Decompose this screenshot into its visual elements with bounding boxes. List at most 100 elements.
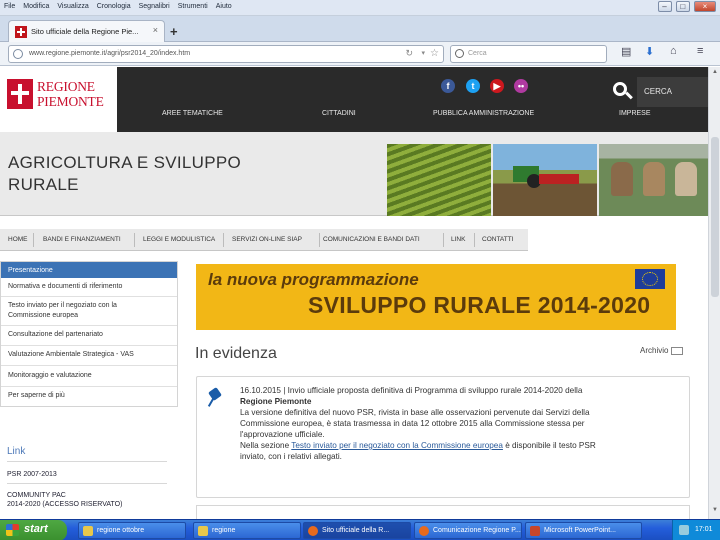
sidebar-separator [1,345,177,346]
cows-photo [599,144,708,216]
regione-piemonte-logo[interactable]: REGIONE PIEMONTE [0,67,117,132]
archivio-link[interactable]: Archivio [640,346,684,355]
section-title-line-1: AGRICOLTURA E SVILUPPO [8,153,242,172]
maximize-button[interactable]: □ [675,1,690,12]
close-window-button[interactable]: × [694,1,716,12]
nav-aree-tematiche[interactable]: AREE TEMATICHE [162,110,223,117]
taskbar-label: Sito ufficiale della R... [322,527,390,534]
site-search-icon[interactable] [611,80,633,102]
menu-segnalibri[interactable]: Segnalibri [135,0,174,10]
taskbar-item-firefox-comunicazione[interactable]: Comunicazione Regione P... [414,522,522,539]
scroll-up-icon[interactable]: ▲ [710,69,720,79]
history-dropdown-icon[interactable]: ▾ [421,49,425,57]
download-icon[interactable]: ⬇ [645,45,654,58]
bookmarks-icon[interactable]: ▤ [621,45,631,58]
sidebar-item-monitoraggio[interactable]: Monitoraggio e valutazione [1,371,177,380]
menu-cronologia[interactable]: Cronologia [93,0,135,10]
menu-file[interactable]: File [0,0,19,10]
link-community-pac[interactable]: COMMUNITY PAC [7,491,66,500]
programmazione-banner[interactable]: la nuova programmazione SVILUPPO RURALE … [196,264,676,330]
facebook-icon[interactable]: f [441,79,455,93]
taskbar-item-powerpoint[interactable]: Microsoft PowerPoint... [525,522,642,539]
nav-cittadini[interactable]: CITTADINI [322,110,356,117]
tray-icon[interactable] [679,525,689,535]
start-label: start [24,523,48,535]
link-psr-2007-2013[interactable]: PSR 2007-2013 [7,470,57,479]
eu-flag-icon [635,269,665,289]
taskbar-item-firefox-sito[interactable]: Sito ufficiale della R... [303,522,411,539]
tab-bar: Sito ufficiale della Regione Pie... × + [0,16,720,42]
subnav-link[interactable]: LINK [451,236,465,243]
subnav-divider [443,233,444,247]
sidebar-item-normativa[interactable]: Normativa e documenti di riferimento [1,282,177,291]
nav-imprese[interactable]: IMPRESE [619,110,651,117]
subnav-leggi-modulistica[interactable]: LEGGI E MODULISTICA [143,236,215,243]
sidebar-item-testo-inviato[interactable]: Testo inviato per il negoziato con la [1,301,177,310]
menu-bar: File Modifica Visualizza Cronologia Segn… [0,0,720,16]
section-navigation: HOME BANDI E FINANZIAMENTI LEGGI E MODUL… [0,229,528,251]
youtube-icon[interactable]: ▶ [490,79,504,93]
site-search-input[interactable]: CERCA [637,77,708,107]
nav-pubblica-amministrazione[interactable]: PUBBLICA AMMINISTRAZIONE [433,110,534,117]
sidebar-item-testo-inviato-cont[interactable]: Commissione europea [1,311,177,320]
subnav-bandi-finanziamenti[interactable]: BANDI E FINANZIAMENTI [43,236,121,243]
menu-modifica[interactable]: Modifica [19,0,53,10]
sidebar-separator [1,296,177,297]
vertical-scrollbar[interactable]: ▲ ▼ [708,67,720,519]
subnav-comunicazioni[interactable]: COMUNICAZIONI E BANDI DATI [323,236,420,243]
scroll-thumb[interactable] [711,137,719,297]
sidebar-item-consultazione[interactable]: Consultazione del partenariato [1,330,177,339]
subnav-servizi-online[interactable]: SERVIZI ON-LINE SIAP [232,236,302,243]
news-line-5: inviato, con i relativi allegati. [240,452,342,461]
sidebar-item-saperne-di-piu[interactable]: Per saperne di più [1,391,177,400]
subnav-home[interactable]: HOME [8,236,28,243]
search-handle [625,91,633,100]
link-community-pac-riservato[interactable]: 2014-2020 (ACCESSO RISERVATO) [7,500,122,509]
scroll-down-icon[interactable]: ▼ [710,507,720,517]
sidebar-separator [1,386,177,387]
subnav-contatti[interactable]: CONTATTI [482,236,514,243]
twitter-icon[interactable]: t [466,79,480,93]
start-button[interactable]: start [0,520,67,540]
firefox-icon [308,526,318,536]
search-bar[interactable]: Cerca [450,45,607,63]
news-card-2 [196,505,690,519]
search-placeholder: Cerca [468,50,487,57]
search-icon [455,49,464,58]
new-tab-button[interactable]: + [170,24,178,39]
subnav-divider [319,233,320,247]
menu-strumenti[interactable]: Strumenti [174,0,212,10]
sidebar-item-presentazione[interactable]: Presentazione [1,262,177,278]
bookmark-star-icon[interactable]: ☆ [430,48,439,59]
page-viewport: REGIONE PIEMONTE f t ▶ •• AREE TEMATICHE… [0,67,708,519]
menu-aiuto[interactable]: Aiuto [212,0,236,10]
sidebar-item-vas[interactable]: Valutazione Ambientale Strategica - VAS [1,350,177,359]
folder-icon [198,526,208,536]
tray-clock: 17:01 [695,526,713,533]
cow-shape [643,162,665,196]
archivio-label[interactable]: Archivio [640,346,668,355]
browser-tab[interactable]: Sito ufficiale della Regione Pie... × [8,20,165,42]
menu-icon[interactable]: ≡ [697,45,703,57]
flickr-icon[interactable]: •• [514,79,528,93]
subnav-divider [474,233,475,247]
reload-icon[interactable]: ↻ [405,48,413,59]
home-icon[interactable]: ⌂ [670,45,677,57]
vineyard-photo [387,144,491,216]
eu-stars [642,272,658,286]
news-line-2: Commissione europea, è stata trasmessa i… [240,419,585,428]
minimize-button[interactable]: – [657,1,672,12]
news-headline: 16.10.2015 | Invio ufficiale proposta de… [240,385,680,396]
archive-icon[interactable] [671,346,684,355]
menu-visualizza[interactable]: Visualizza [53,0,92,10]
tab-close-icon[interactable]: × [153,25,158,35]
testo-inviato-link[interactable]: Testo inviato per il negoziato con la Co… [291,441,503,450]
taskbar-item-regione[interactable]: regione [193,522,301,539]
pushpin-icon [207,387,222,407]
site-favicon-icon [15,26,27,38]
banner-photos [387,144,708,216]
url-bar[interactable]: www.regione.piemonte.it/agri/psr2014_20/… [8,45,444,63]
taskbar-item-regione-ottobre[interactable]: regione ottobre [78,522,186,539]
url-text[interactable]: www.regione.piemonte.it/agri/psr2014_20/… [29,50,190,57]
regione-shield-icon [7,79,33,109]
